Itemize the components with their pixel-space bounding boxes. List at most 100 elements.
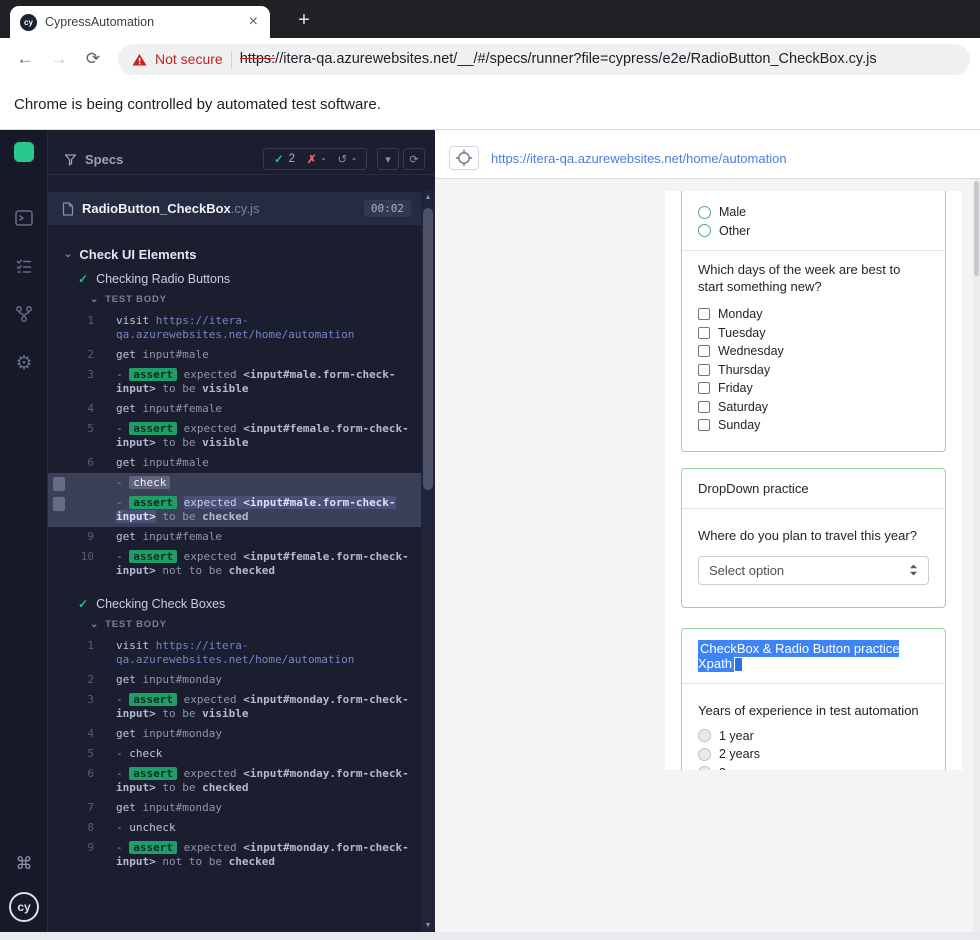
checkbox-icon[interactable] (698, 363, 710, 376)
command-line-number: 6 (87, 456, 94, 469)
back-button[interactable]: ← (10, 44, 40, 74)
command-row-check[interactable]: - check (48, 473, 421, 493)
aut-url-link[interactable]: https://itera-qa.azurewebsites.net/home/… (491, 151, 787, 170)
scrollbar-thumb[interactable] (423, 208, 433, 490)
command-row-uncheck[interactable]: 8 - uncheck (48, 818, 421, 838)
command-text: - assert expected <input#monday.form-che… (116, 841, 409, 868)
pending-count: ↺ - (337, 153, 356, 166)
forward-button[interactable]: → (44, 44, 74, 74)
experience-radio-row[interactable]: 1 year (698, 727, 929, 746)
radio-icon[interactable] (698, 205, 711, 219)
command-row-assert[interactable]: 10 - assert expected <input#female.form-c… (48, 547, 421, 581)
collapse-tests-button[interactable]: ▾ (377, 148, 399, 170)
pin-marker (53, 477, 65, 491)
command-name: get (116, 801, 136, 814)
checkbox-icon[interactable] (698, 345, 710, 358)
checkbox-icon[interactable] (698, 419, 710, 432)
experience-radio-row[interactable]: 2 years (698, 745, 929, 764)
command-row-get[interactable]: 2 get input#monday (48, 670, 421, 690)
checkbox-icon[interactable] (698, 382, 710, 395)
command-row-assert[interactable]: 9 - assert expected <input#monday.form-ch… (48, 838, 421, 872)
new-tab-button[interactable]: + (292, 8, 316, 32)
command-row-assert[interactable]: 3 - assert expected <input#male.form-chec… (48, 365, 421, 399)
browser-tab[interactable]: cy CypressAutomation × (10, 6, 270, 38)
day-checkbox-row[interactable]: Saturday (698, 398, 929, 417)
radio-icon[interactable] (698, 729, 711, 743)
radio-icon[interactable] (698, 747, 711, 761)
travel-select[interactable]: Select option (698, 555, 929, 585)
active-spec-indicator[interactable] (0, 142, 48, 162)
day-checkbox-row[interactable]: Sunday (698, 416, 929, 435)
cypress-logo-button[interactable]: cy (0, 892, 48, 922)
experience-radio-row[interactable]: 3 years (698, 764, 929, 770)
checkbox-label: Thursday (718, 362, 771, 377)
day-checkbox-row[interactable]: Wednesday (698, 342, 929, 361)
command-row-visit[interactable]: 1 visit https://itera-qa.azurewebsites.ne… (48, 311, 421, 345)
command-row-assert[interactable]: 3 - assert expected <input#monday.form-ch… (48, 690, 421, 724)
checkbox-label: Friday (718, 381, 753, 396)
checkbox-label: Monday (718, 307, 763, 322)
aut-scrollbar-thumb[interactable] (974, 181, 979, 276)
reporter-scrollbar[interactable]: ▲ ▼ (421, 190, 435, 932)
scroll-down-icon[interactable]: ▼ (421, 918, 435, 932)
pending-icon: ↺ (337, 154, 348, 166)
selector-playground-button[interactable] (449, 146, 479, 170)
command-row-get[interactable]: 4 get input#monday (48, 724, 421, 744)
sidebar-item-settings[interactable]: ⚙ (0, 352, 48, 375)
spec-file-header[interactable]: RadioButton_CheckBox.cy.js 00:02 (48, 192, 421, 225)
test-body-toggle[interactable]: ⌄ TEST BODY (48, 290, 421, 311)
command-arg: input#female (142, 402, 222, 415)
suite-header[interactable]: ⌄ Check UI Elements (48, 243, 421, 268)
command-name: uncheck (129, 821, 176, 834)
keyboard-shortcuts-button[interactable]: ⌘ (0, 854, 48, 874)
aut-page: Male Other Which days of the week are bes… (665, 191, 962, 770)
security-warning-label[interactable]: Not secure (155, 51, 223, 67)
command-row-check[interactable]: 5 - check (48, 744, 421, 764)
sidebar-item-specs[interactable] (0, 256, 48, 276)
day-checkbox-row[interactable]: Tuesday (698, 324, 929, 343)
test-title-label: Checking Check Boxes (96, 597, 226, 611)
nav-rail: ⚙ ⌘ cy (0, 130, 48, 932)
radio-icon[interactable] (698, 224, 711, 238)
test-block: ✓ Checking Radio Buttons ⌄ TEST BODY 1 visit … (48, 268, 421, 581)
test-title-row[interactable]: ✓ Checking Radio Buttons (48, 268, 421, 290)
command-row-visit[interactable]: 1 visit https://itera-qa.azurewebsites.ne… (48, 636, 421, 670)
checkbox-icon[interactable] (698, 400, 710, 413)
command-arg: input#female (142, 530, 222, 543)
radio-label: 3 years (719, 766, 760, 770)
command-row-get[interactable]: 6 get input#male (48, 453, 421, 473)
url-rest: //itera-qa.azurewebsites.net/__/#/specs/… (275, 51, 877, 67)
chevron-down-icon: ⌄ (90, 619, 100, 630)
tab-close-icon[interactable]: × (245, 14, 262, 30)
assert-badge: assert (129, 368, 177, 381)
scroll-up-icon[interactable]: ▲ (421, 190, 435, 204)
day-checkbox-row[interactable]: Friday (698, 379, 929, 398)
address-bar[interactable]: Not secure https://itera-qa.azurewebsite… (118, 43, 970, 75)
command-row-assert[interactable]: 6 - assert expected <input#monday.form-ch… (48, 764, 421, 798)
checkbox-icon[interactable] (698, 326, 710, 339)
test-body-toggle[interactable]: ⌄ TEST BODY (48, 615, 421, 636)
rerun-tests-button[interactable]: ⟳ (403, 148, 425, 170)
day-checkbox-row[interactable]: Thursday (698, 361, 929, 380)
command-row-get[interactable]: 9 get input#female (48, 527, 421, 547)
assert-badge: assert (129, 841, 177, 854)
aut-page-scrollbar[interactable] (973, 179, 980, 932)
test-passed-icon: ✓ (78, 597, 89, 611)
sidebar-item-runs[interactable] (0, 208, 48, 228)
xpath-card-title: CheckBox & Radio Button practice Xpath (682, 629, 945, 684)
command-row-assert[interactable]: - assert expected <input#male.form-check… (48, 493, 421, 527)
command-row-get[interactable]: 2 get input#male (48, 345, 421, 365)
reload-button[interactable]: ⟳ (78, 44, 108, 74)
command-row-get[interactable]: 4 get input#female (48, 399, 421, 419)
command-row-get[interactable]: 7 get input#monday (48, 798, 421, 818)
gender-radio-row[interactable]: Male (698, 203, 929, 222)
gender-radio-row[interactable]: Other (698, 222, 929, 241)
checkbox-icon[interactable] (698, 308, 710, 321)
sidebar-item-debug[interactable] (0, 304, 48, 324)
command-text: - uncheck (116, 821, 176, 834)
assert-badge: assert (129, 767, 177, 780)
radio-icon[interactable] (698, 766, 711, 770)
test-title-row[interactable]: ✓ Checking Check Boxes (48, 593, 421, 615)
day-checkbox-row[interactable]: Monday (698, 305, 929, 324)
command-row-assert[interactable]: 5 - assert expected <input#female.form-ch… (48, 419, 421, 453)
